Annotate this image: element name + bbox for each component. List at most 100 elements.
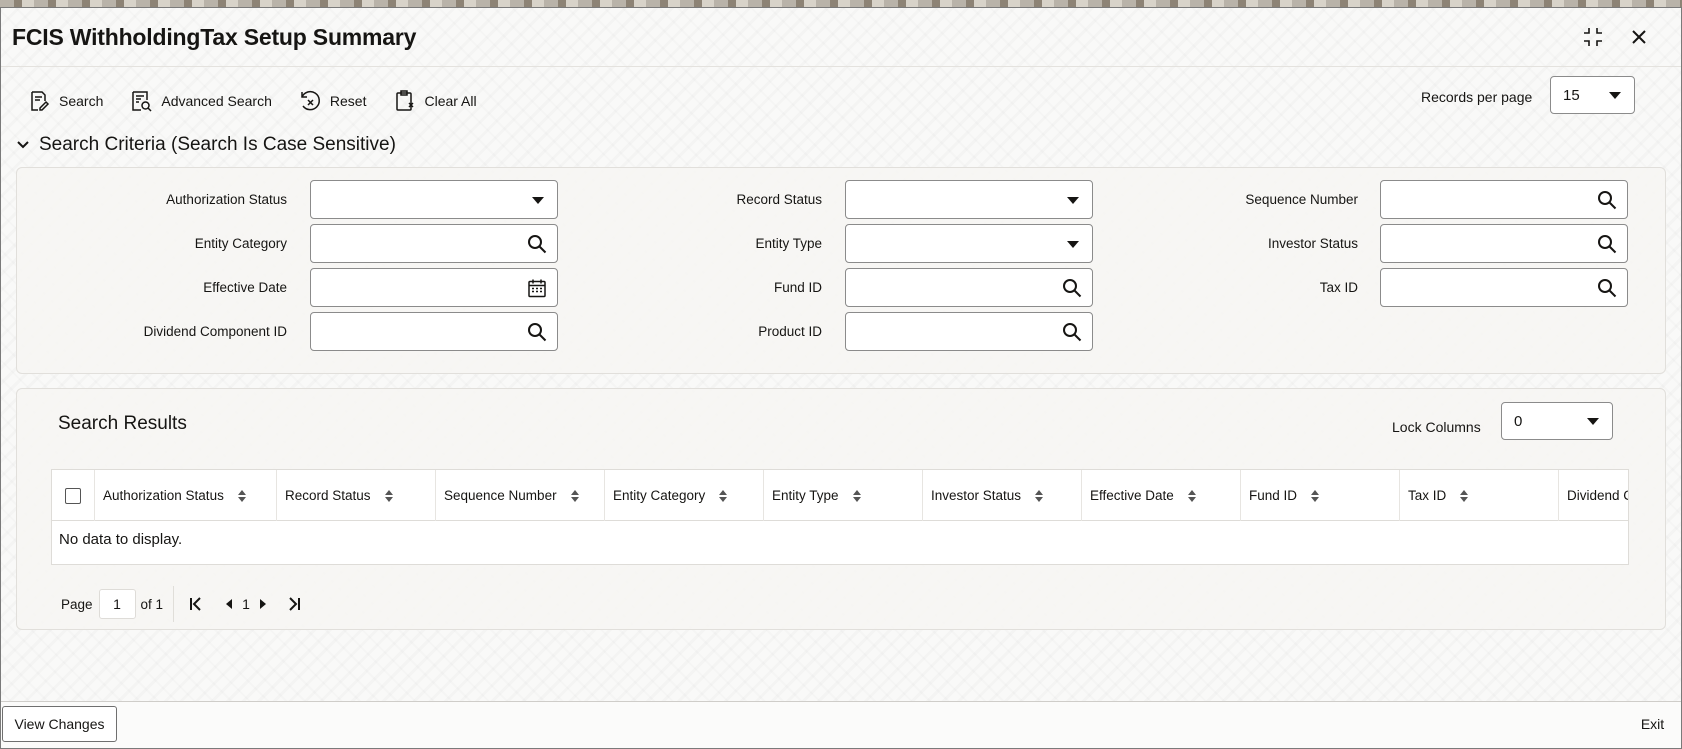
effective-date-label: Effective Date xyxy=(203,280,287,295)
search-criteria-toggle[interactable]: Search Criteria (Search Is Case Sensitiv… xyxy=(15,134,396,156)
column-header[interactable]: Entity Category xyxy=(605,470,764,521)
reset-label: Reset xyxy=(329,93,367,109)
sort-icon xyxy=(1035,489,1044,502)
search-button-label: Search xyxy=(59,93,104,109)
chevron-down-icon xyxy=(1609,92,1621,99)
chevron-down-icon xyxy=(1067,241,1079,248)
record-status-select[interactable] xyxy=(845,180,1093,219)
page-label: Page xyxy=(61,596,93,612)
column-header-label: Fund ID xyxy=(1249,488,1298,503)
column-header[interactable]: Tax ID xyxy=(1400,470,1559,521)
advanced-search-label: Advanced Search xyxy=(161,93,272,109)
sort-icon xyxy=(1187,489,1196,502)
column-header[interactable]: Investor Status xyxy=(923,470,1082,521)
product-id-label: Product ID xyxy=(758,324,822,339)
column-header[interactable]: Effective Date xyxy=(1082,470,1241,521)
column-header-label: Tax ID xyxy=(1408,488,1447,503)
column-header-label: Dividend C xyxy=(1567,488,1629,503)
investor-status-field[interactable] xyxy=(1380,224,1628,263)
clipboard-icon xyxy=(396,90,414,111)
next-page-icon[interactable] xyxy=(252,594,272,614)
search-icon[interactable] xyxy=(1062,278,1082,298)
close-icon[interactable] xyxy=(1627,25,1651,49)
page-number-input[interactable]: 1 xyxy=(98,589,136,619)
first-page-icon[interactable] xyxy=(186,594,206,614)
search-icon[interactable] xyxy=(527,234,547,254)
column-header-label: Investor Status xyxy=(931,488,1022,503)
tax-id-label: Tax ID xyxy=(1319,280,1358,295)
authorization-status-select[interactable] xyxy=(310,180,558,219)
entity-category-field[interactable] xyxy=(310,224,558,263)
records-per-page-select[interactable]: 15 xyxy=(1550,76,1635,114)
lock-columns-label: Lock Columns xyxy=(1392,419,1481,435)
last-page-icon[interactable] xyxy=(284,594,304,614)
lock-columns-value: 0 xyxy=(1514,412,1523,430)
clear-all-label: Clear All xyxy=(424,93,477,109)
reset-icon xyxy=(301,90,320,111)
column-header[interactable]: Entity Type xyxy=(764,470,923,521)
search-icon[interactable] xyxy=(1597,190,1617,210)
collapse-icon[interactable] xyxy=(1581,25,1605,49)
fund-id-field[interactable] xyxy=(845,268,1093,307)
product-id-field[interactable] xyxy=(845,312,1093,351)
sort-icon xyxy=(1311,489,1320,502)
column-header-label: Entity Category xyxy=(613,488,706,503)
summary-window: FCIS WithholdingTax Setup Summary Search… xyxy=(0,7,1682,749)
search-icon[interactable] xyxy=(1062,322,1082,342)
search-icon[interactable] xyxy=(527,322,547,342)
pager-divider xyxy=(173,586,175,622)
clear-all-button[interactable]: Clear All xyxy=(392,89,477,113)
column-header[interactable]: Fund ID xyxy=(1241,470,1400,521)
entity-category-label: Entity Category xyxy=(194,236,287,251)
effective-date-field[interactable] xyxy=(310,268,558,307)
sort-icon xyxy=(570,489,579,502)
column-header[interactable]: Dividend C xyxy=(1559,470,1629,521)
empty-message: No data to display. xyxy=(59,531,183,548)
toolbar: Search Advanced Search Reset Clear All xyxy=(27,89,503,113)
sequence-number-label: Sequence Number xyxy=(1245,192,1358,207)
chevron-down-icon xyxy=(532,197,544,204)
pagination: Page 1 of 1 1 xyxy=(61,586,304,622)
column-header-label: Record Status xyxy=(285,488,371,503)
reset-button[interactable]: Reset xyxy=(298,89,367,113)
sort-icon xyxy=(852,489,861,502)
search-criteria-heading: Search Criteria (Search Is Case Sensitiv… xyxy=(39,134,396,155)
advanced-search-button[interactable]: Advanced Search xyxy=(129,89,272,113)
fund-id-label: Fund ID xyxy=(773,280,822,295)
entity-type-select[interactable] xyxy=(845,224,1093,263)
chevron-down-icon xyxy=(17,141,29,149)
search-doc-icon xyxy=(31,91,50,111)
search-results-heading: Search Results xyxy=(58,413,187,434)
column-header-label: Effective Date xyxy=(1090,488,1174,503)
search-button[interactable]: Search xyxy=(27,89,103,113)
lock-columns-select[interactable]: 0 xyxy=(1501,402,1613,440)
view-changes-button[interactable]: View Changes xyxy=(2,706,117,742)
window-controls xyxy=(1581,25,1651,49)
tax-id-field[interactable] xyxy=(1380,268,1628,307)
search-icon[interactable] xyxy=(1597,278,1617,298)
results-table: Authorization Status Record Status Seque… xyxy=(51,469,1629,565)
column-header[interactable]: Sequence Number xyxy=(436,470,605,521)
column-header-label: Sequence Number xyxy=(444,488,557,503)
calendar-icon[interactable] xyxy=(527,278,547,298)
column-header[interactable]: Record Status xyxy=(277,470,436,521)
column-header[interactable]: Authorization Status xyxy=(95,470,277,521)
records-per-page-label: Records per page xyxy=(1421,89,1533,105)
authorization-status-label: Authorization Status xyxy=(166,192,287,207)
previous-page-icon[interactable] xyxy=(220,594,240,614)
record-status-label: Record Status xyxy=(736,192,822,207)
column-header-label: Entity Type xyxy=(772,488,839,503)
chevron-down-icon xyxy=(1587,418,1599,425)
investor-status-label: Investor Status xyxy=(1267,236,1358,251)
column-header-label: Authorization Status xyxy=(103,488,224,503)
search-icon[interactable] xyxy=(1597,234,1617,254)
sequence-number-field[interactable] xyxy=(1380,180,1628,219)
sort-icon xyxy=(719,489,728,502)
select-all-checkbox[interactable] xyxy=(65,487,81,504)
advanced-search-icon xyxy=(132,91,152,112)
dividend-component-id-field[interactable] xyxy=(310,312,558,351)
sort-icon xyxy=(384,489,393,502)
sort-icon xyxy=(1460,489,1469,502)
select-all-cell xyxy=(52,470,95,521)
exit-button[interactable]: Exit xyxy=(1625,706,1680,742)
